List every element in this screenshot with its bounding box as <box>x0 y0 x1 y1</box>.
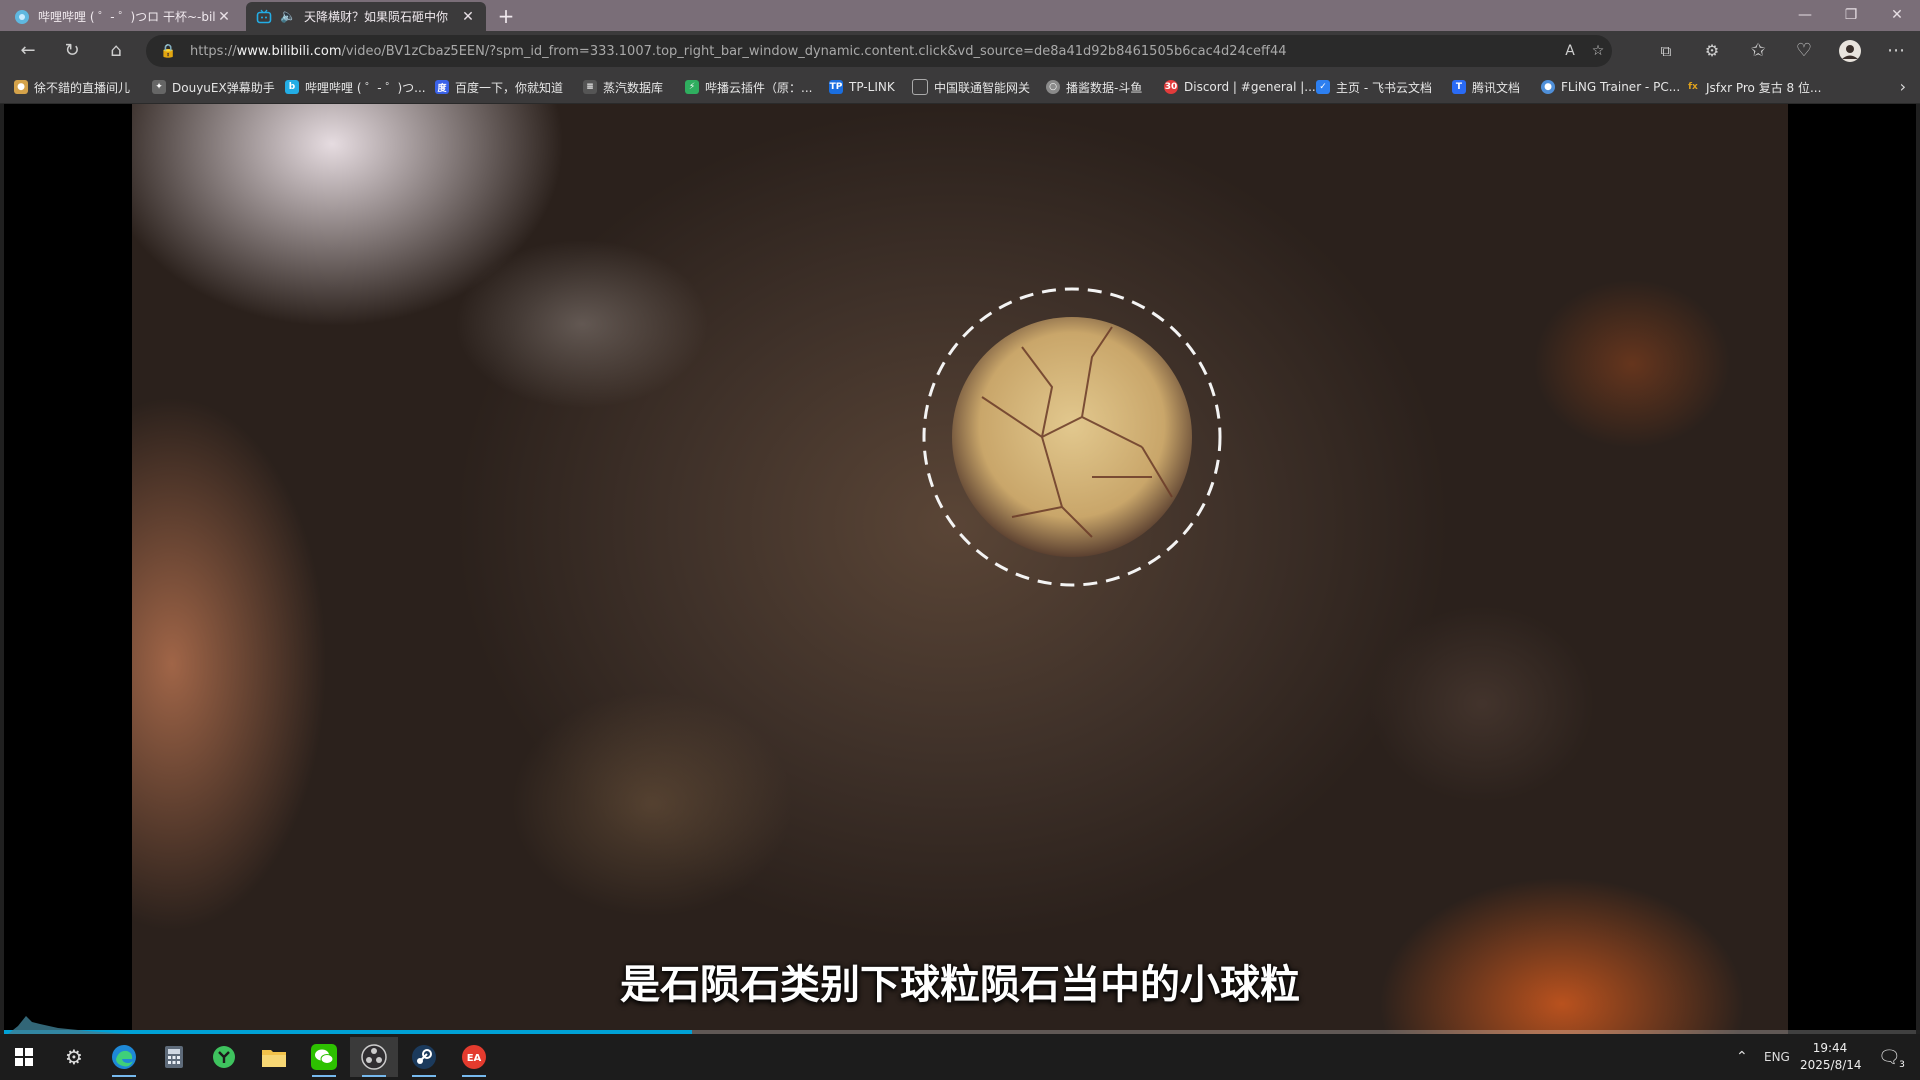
tab-bar: 哔哩哔哩 ( ゜- ゜)つロ 干杯~-bili ✕ 🔈 天降横财？如果陨石砸中你… <box>0 0 1920 31</box>
home-icon[interactable]: ⌂ <box>102 37 130 65</box>
fling-icon: ● <box>1541 80 1555 94</box>
show-hidden-icons[interactable]: ⌃ <box>1736 1034 1748 1080</box>
steamdb-icon: ≡ <box>583 80 597 94</box>
jsfxr-icon: fx <box>1688 82 1698 92</box>
notification-center-icon[interactable]: 🗨 3 <box>1878 1034 1907 1080</box>
steam-icon[interactable] <box>400 1037 448 1077</box>
bilibili-tab-icon <box>14 9 30 25</box>
obs-icon[interactable] <box>350 1037 398 1077</box>
settings-icon[interactable]: ⚙ <box>50 1037 98 1077</box>
ea-icon[interactable]: EA <box>450 1037 498 1077</box>
bookmark-item[interactable]: 度百度一下，你就知道 <box>435 78 563 96</box>
baidu-icon: 度 <box>435 80 449 94</box>
bookmark-item[interactable]: fx Jsfxr Pro 复古 8 位... <box>1686 78 1821 96</box>
bookmarks-bar: ● 徐不錯的直播间儿 ✦ DouyuEX弹幕助手 b 哔哩哔哩 ( ゜- ゜)つ...… <box>0 71 1920 104</box>
wechat-icon[interactable] <box>300 1037 348 1077</box>
puzzle-icon: ✦ <box>152 80 166 94</box>
bookmark-item[interactable]: b 哔哩哔哩 ( ゜- ゜)つ... <box>285 78 426 96</box>
calculator-icon[interactable] <box>150 1037 198 1077</box>
close-window-icon[interactable]: ✕ <box>1874 0 1920 31</box>
tab-close-icon[interactable]: ✕ <box>216 9 232 25</box>
video-player[interactable]: 是石陨石类别下球粒陨石当中的小球粒 <box>4 104 1916 1034</box>
windows-start-icon[interactable] <box>0 1037 48 1077</box>
bookmark-item[interactable]: 30 Discord | #general |... <box>1164 78 1316 96</box>
tab-label: 哔哩哔哩 ( ゜- ゜)つロ 干杯~-bili <box>38 10 216 24</box>
bookmark-item[interactable]: 中国联通智能网关 <box>912 78 1030 96</box>
bookmark-item[interactable]: ● 徐不錯的直播间儿 <box>14 78 130 96</box>
tencent-doc-icon: T <box>1452 80 1466 94</box>
data-icon: ○ <box>1046 80 1060 94</box>
bilibili-icon: b <box>285 80 299 94</box>
tab-bilibili-home[interactable]: 哔哩哔哩 ( ゜- ゜)つロ 干杯~-bili ✕ <box>4 2 242 31</box>
browser-toolbar: ← ↻ ⌂ 🔒 https://www.bilibili.com/video/B… <box>0 31 1920 71</box>
tab-close-icon[interactable]: ✕ <box>460 9 476 25</box>
svg-text:EA: EA <box>467 1053 482 1064</box>
audio-playing-icon[interactable]: 🔈 <box>280 9 298 24</box>
favorites-icon[interactable]: ✩ <box>1744 37 1772 65</box>
video-frame[interactable]: 是石陨石类别下球粒陨石当中的小球粒 <box>132 104 1788 1034</box>
video-subtitle: 是石陨石类别下球粒陨石当中的小球粒 <box>620 962 1300 1008</box>
new-tab-button[interactable]: + <box>492 3 520 29</box>
bookmark-item[interactable]: ● FLiNG Trainer - PC... <box>1541 78 1680 96</box>
refresh-icon[interactable]: ↻ <box>58 37 86 65</box>
chondrule-highlight <box>922 287 1222 587</box>
more-menu-icon[interactable]: ⋯ <box>1882 37 1910 65</box>
edge-icon[interactable] <box>100 1037 148 1077</box>
plugin-icon: ⚡ <box>685 80 699 94</box>
bookmark-item[interactable]: ⚡ 哔播云插件（原：... <box>685 78 812 96</box>
file-explorer-icon[interactable] <box>250 1037 298 1077</box>
extensions-icon[interactable]: ⚙ <box>1698 37 1726 65</box>
discord-icon: 30 <box>1164 80 1178 94</box>
notification-count-badge: 3 <box>1897 1059 1907 1070</box>
bookmark-item[interactable]: ○ 播酱数据-斗鱼 <box>1046 78 1142 96</box>
windows-taskbar: ⚙ EA ⌃ ENG 19:44 2025/8/14 🗨 3 <box>0 1034 1920 1080</box>
minimize-icon[interactable]: — <box>1782 0 1828 31</box>
profile-avatar[interactable] <box>1836 37 1864 65</box>
tplink-icon: TP <box>829 80 843 94</box>
audio-spectrum <box>8 1016 128 1034</box>
restore-icon[interactable]: ❐ <box>1828 0 1874 31</box>
address-bar[interactable]: 🔒 https://www.bilibili.com/video/BV1zCba… <box>146 35 1612 67</box>
feishu-icon: ✓ <box>1316 80 1330 94</box>
back-icon[interactable]: ← <box>14 37 42 65</box>
green-app-icon[interactable] <box>200 1037 248 1077</box>
bilibili-tv-icon <box>256 9 272 25</box>
bookmark-item[interactable]: TP TP-LINK <box>829 78 895 96</box>
tab-video[interactable]: 🔈 天降横财？如果陨石砸中你 ✕ <box>246 2 486 31</box>
bookmark-item[interactable]: T 腾讯文档 <box>1452 78 1520 96</box>
url-text[interactable]: https://www.bilibili.com/video/BV1zCbaz5… <box>190 44 1530 59</box>
tab-label: 天降横财？如果陨石砸中你 <box>304 10 449 24</box>
chevron-right-icon[interactable]: › <box>1900 77 1906 96</box>
bookmark-item[interactable]: ✦ DouyuEX弹幕助手 <box>152 78 275 96</box>
bookmark-item[interactable]: ✓ 主页 - 飞书云文档 <box>1316 78 1432 96</box>
language-indicator[interactable]: ENG <box>1764 1034 1790 1080</box>
media-control-icon[interactable]: ⧉ <box>1652 37 1680 65</box>
page-icon <box>912 79 928 95</box>
avatar-icon: ● <box>14 80 28 94</box>
bookmark-item[interactable]: ≡ 蒸汽数据库 <box>583 78 663 96</box>
read-aloud-icon[interactable]: A <box>1558 39 1582 63</box>
favorite-star-icon[interactable]: ☆ <box>1586 39 1610 63</box>
lock-icon[interactable]: 🔒 <box>160 44 176 59</box>
system-clock[interactable]: 19:44 2025/8/14 <box>1800 1040 1862 1074</box>
browser-essentials-icon[interactable]: ♡ <box>1790 37 1818 65</box>
